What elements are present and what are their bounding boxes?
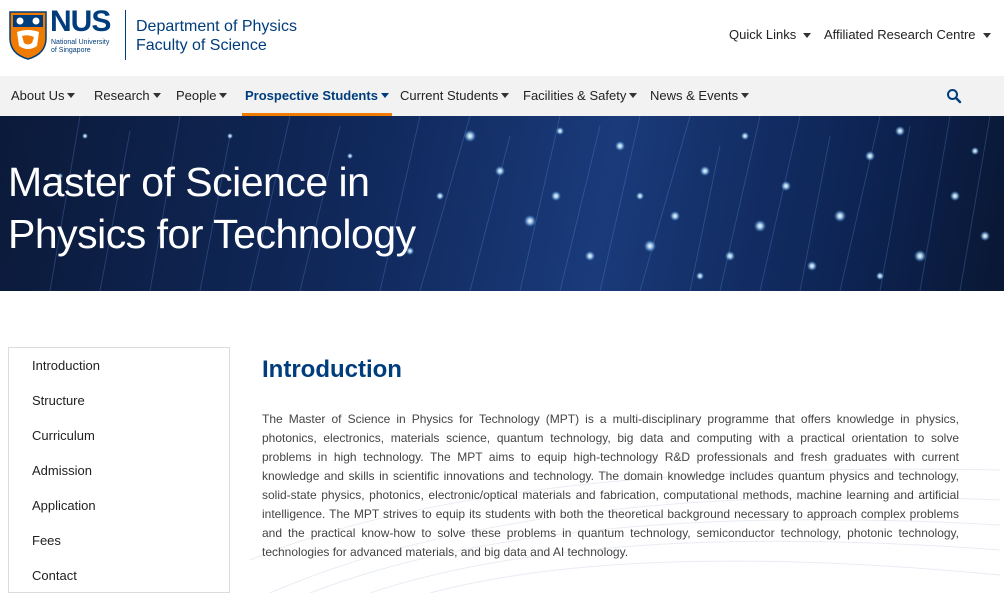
sidebar-item-fees[interactable]: Fees — [32, 533, 61, 549]
sidebar-item-structure[interactable]: Structure — [32, 393, 85, 409]
sidebar-item-application[interactable]: Application — [32, 498, 96, 514]
nav-people-label: People — [176, 87, 217, 103]
nav-prospective-students-label: Prospective Students — [245, 87, 378, 103]
nav-about-us-label: About Us — [11, 87, 65, 103]
page-title-line2: Physics for Technology — [8, 211, 416, 257]
chevron-down-icon — [741, 92, 750, 98]
logo-divider — [125, 10, 126, 60]
quick-links-label: Quick Links — [729, 27, 797, 42]
section-sidebar: Introduction Structure Curriculum Admiss… — [8, 347, 230, 593]
nus-subtitle: National University of Singapore — [51, 39, 121, 55]
section-heading: Introduction — [262, 356, 402, 383]
nav-current-students[interactable]: Current Students — [400, 76, 510, 116]
nus-subtitle-line2: of Singapore — [51, 47, 91, 54]
nav-news-events[interactable]: News & Events — [650, 76, 750, 116]
chevron-down-icon — [803, 32, 812, 38]
nav-about-us[interactable]: About Us — [11, 76, 76, 116]
sidebar-item-contact[interactable]: Contact — [32, 568, 77, 584]
nav-prospective-students[interactable]: Prospective Students — [242, 76, 392, 116]
chevron-down-icon — [380, 92, 389, 98]
chevron-down-icon — [982, 32, 991, 38]
nav-people[interactable]: People — [176, 76, 228, 116]
chevron-down-icon — [67, 92, 76, 98]
nus-crest-logo[interactable] — [8, 10, 48, 60]
nav-current-students-label: Current Students — [400, 87, 499, 103]
nav-facilities-safety-label: Facilities & Safety — [523, 87, 627, 103]
nus-wordmark[interactable]: NUS — [50, 6, 111, 38]
introduction-paragraph: The Master of Science in Physics for Tec… — [262, 412, 959, 559]
hero-banner: Master of Science in Physics for Technol… — [0, 116, 1004, 291]
affiliated-research-label: Affiliated Research Centre — [824, 27, 976, 42]
chevron-down-icon — [219, 92, 228, 98]
nus-subtitle-line1: National University — [51, 39, 110, 46]
nav-research-label: Research — [94, 87, 150, 103]
nav-facilities-safety[interactable]: Facilities & Safety — [523, 76, 638, 116]
nav-research[interactable]: Research — [94, 76, 161, 116]
chevron-down-icon — [629, 92, 638, 98]
main-navigation: About Us Research People Prospective Stu… — [0, 76, 1004, 116]
sidebar-item-introduction[interactable]: Introduction — [32, 358, 100, 374]
faculty-name[interactable]: Faculty of Science — [136, 36, 267, 55]
chevron-down-icon — [152, 92, 161, 98]
department-name[interactable]: Department of Physics — [136, 17, 297, 36]
search-icon[interactable] — [946, 88, 962, 104]
sidebar-item-curriculum[interactable]: Curriculum — [32, 428, 95, 444]
site-header: NUS National University of Singapore Dep… — [0, 0, 1004, 76]
page-title-line1: Master of Science in — [8, 159, 370, 205]
nav-news-events-label: News & Events — [650, 87, 739, 103]
chevron-down-icon — [501, 92, 510, 98]
affiliated-research-dropdown[interactable]: Affiliated Research Centre — [824, 27, 991, 43]
sidebar-item-admission[interactable]: Admission — [32, 463, 92, 479]
quick-links-dropdown[interactable]: Quick Links — [729, 27, 812, 43]
page-title: Master of Science in Physics for Technol… — [8, 156, 528, 260]
